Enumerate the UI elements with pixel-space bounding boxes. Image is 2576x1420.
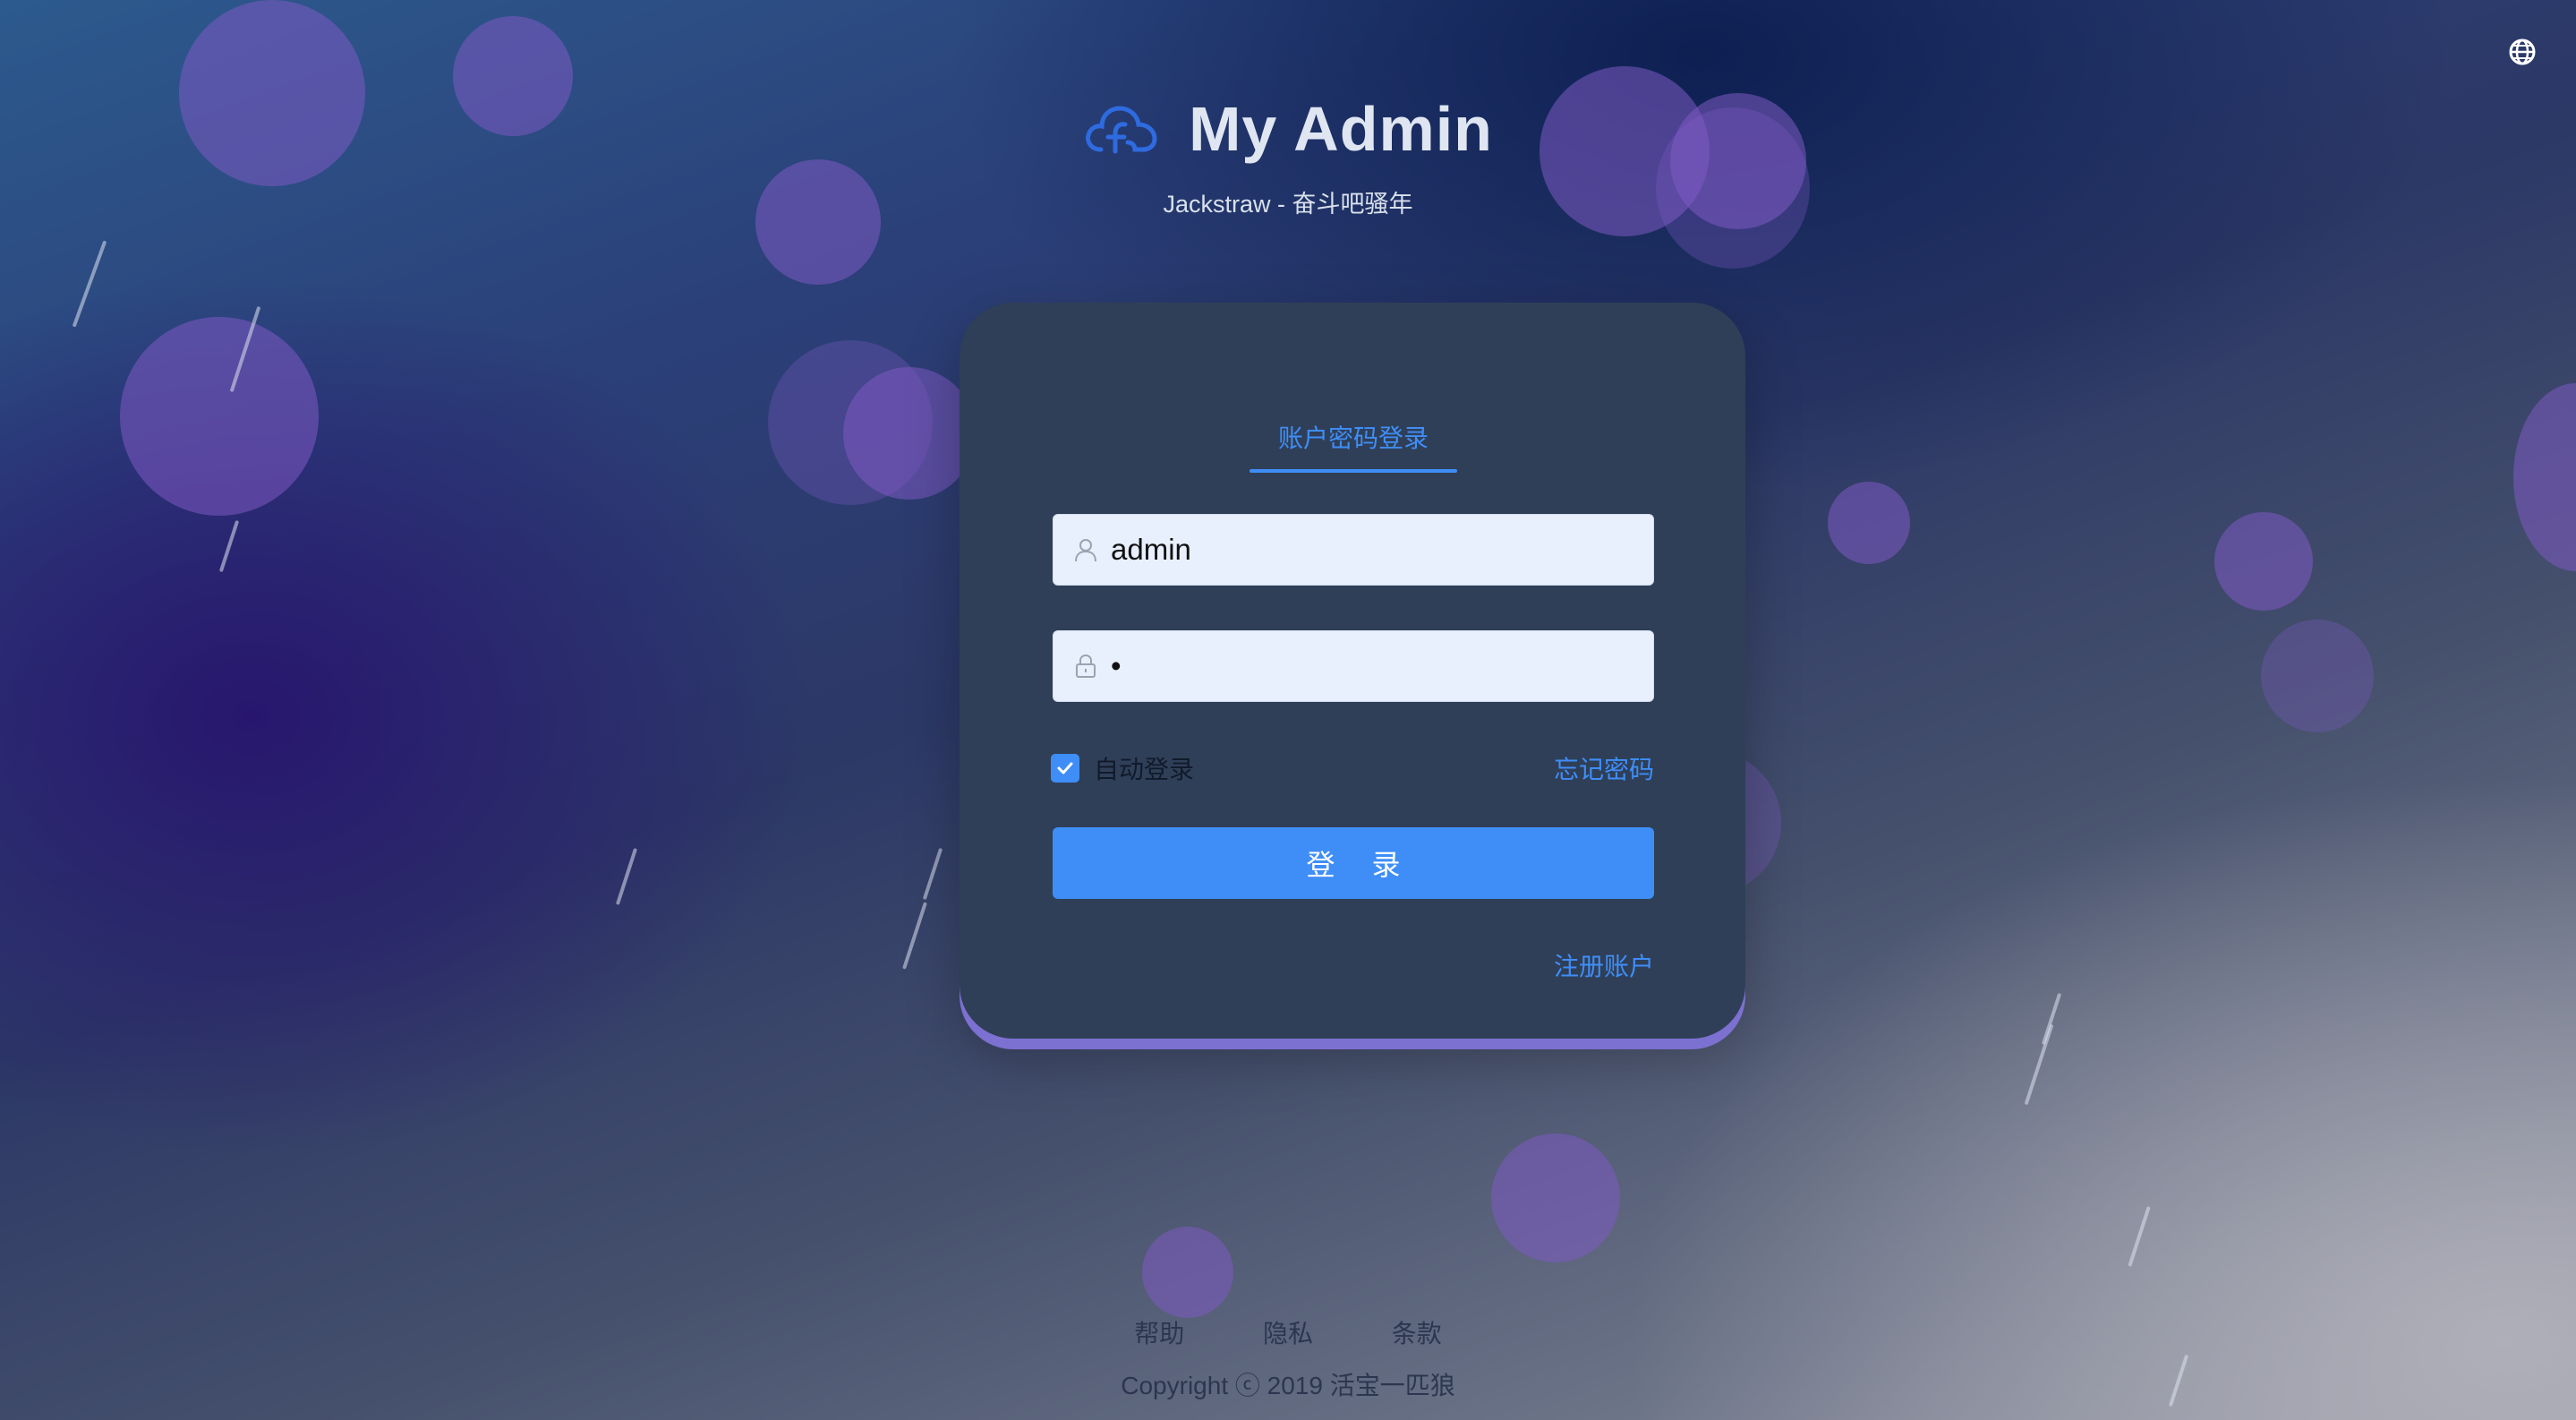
- password-field[interactable]: •: [1053, 630, 1654, 702]
- login-button[interactable]: 登 录: [1053, 827, 1654, 899]
- background-bubble: [2513, 383, 2576, 571]
- background-bubble: [843, 367, 976, 500]
- cloud-f-logo-icon: [1086, 106, 1157, 154]
- app-title: My Admin: [1189, 94, 1493, 164]
- user-icon: [1075, 539, 1096, 562]
- checkbox-checked[interactable]: [1051, 754, 1079, 783]
- page-header: My Admin Jackstraw - 奋斗吧骚年: [0, 93, 2576, 219]
- check-icon: [1057, 762, 1073, 774]
- rain-streak: [2041, 992, 2062, 1046]
- auto-login-checkbox[interactable]: 自动登录: [1051, 750, 1194, 786]
- login-card: 账户密码登录 admin • 自动登录 忘记密码 登 录 注册账户: [960, 303, 1745, 1039]
- background-bubble: [120, 317, 319, 516]
- username-field[interactable]: admin: [1053, 514, 1654, 586]
- background-bubble: [768, 340, 933, 505]
- app-subtitle: Jackstraw - 奋斗吧骚年: [1163, 191, 1413, 218]
- rain-streak: [902, 902, 927, 970]
- lock-icon: [1076, 654, 1096, 678]
- login-page: My Admin Jackstraw - 奋斗吧骚年 账户密码登录 admin …: [0, 0, 2576, 1420]
- footer-links: 帮助 隐私 条款: [0, 1314, 2576, 1350]
- background-bubble: [2214, 512, 2313, 611]
- rain-streak: [72, 240, 107, 328]
- background-bubble: [1491, 1133, 1620, 1262]
- footer-link-privacy[interactable]: 隐私: [1263, 1314, 1313, 1350]
- username-value: admin: [1111, 533, 1191, 566]
- register-account-link[interactable]: 注册账户: [1554, 947, 1654, 983]
- background-bubble: [2261, 620, 2374, 732]
- copyright-text: Copyright ⓒ 2019 活宝一匹狼: [1121, 1372, 1455, 1399]
- rain-streak: [922, 847, 943, 901]
- background-bubble: [1828, 482, 1910, 564]
- tab-active-indicator: [1250, 469, 1457, 473]
- auto-login-label: 自动登录: [1094, 756, 1195, 783]
- language-selector-button[interactable]: [2506, 36, 2538, 68]
- footer-link-help[interactable]: 帮助: [1134, 1314, 1184, 1350]
- forgot-password-link[interactable]: 忘记密码: [1554, 750, 1654, 786]
- rain-streak: [229, 305, 261, 393]
- tab-account-password-login[interactable]: 账户密码登录: [1250, 419, 1457, 455]
- rain-streak: [218, 519, 240, 573]
- rain-streak: [2128, 1206, 2151, 1267]
- globe-icon: [2509, 38, 2536, 65]
- footer-link-terms[interactable]: 条款: [1392, 1314, 1442, 1350]
- password-value: •: [1111, 649, 1122, 682]
- rain-streak: [615, 847, 638, 906]
- brand: My Admin: [1083, 93, 1493, 165]
- background-bubble: [1142, 1227, 1233, 1318]
- rain-streak: [2024, 1023, 2054, 1106]
